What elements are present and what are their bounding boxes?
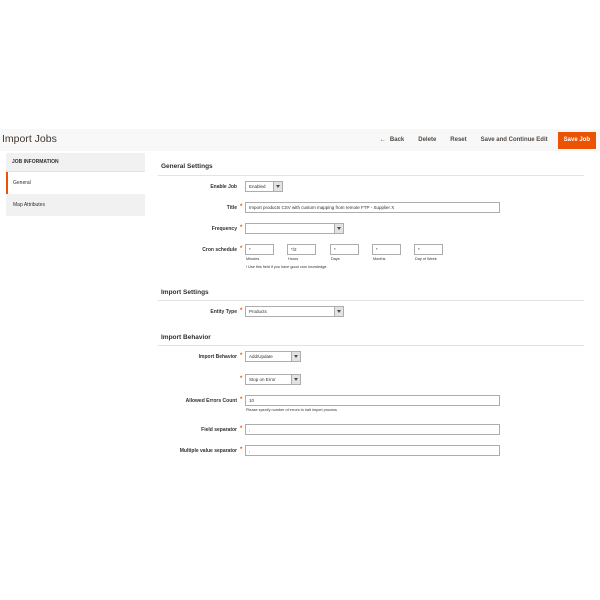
cron-days-input[interactable]: *	[330, 244, 359, 255]
chevron-down-icon	[334, 224, 343, 233]
chevron-down-icon	[291, 352, 300, 361]
sidebar-heading: JOB INFORMATION	[6, 153, 145, 172]
sidebar-item-general[interactable]: General	[6, 172, 145, 194]
frequency-select[interactable]	[245, 223, 344, 234]
required-marker: *	[240, 426, 243, 432]
section-divider	[158, 175, 584, 176]
multiple-value-separator-label: Multiple value separator	[179, 448, 237, 454]
field-separator-label: Field separator	[201, 427, 237, 433]
general-settings-title: General Settings	[161, 163, 213, 170]
import-behavior-select[interactable]: Add/Update	[245, 351, 301, 362]
back-arrow-icon: ←	[379, 137, 386, 143]
required-marker: *	[240, 447, 243, 453]
cron-days-caption: Days	[331, 257, 340, 261]
section-divider	[158, 345, 584, 346]
entity-type-value: Products	[249, 309, 267, 314]
section-divider	[158, 300, 584, 301]
import-behavior-value: Add/Update	[249, 354, 273, 359]
cron-months-caption: Months	[373, 257, 386, 261]
enable-job-label: Enable Job	[210, 184, 237, 190]
save-continue-button[interactable]: Save and Continue Edit	[481, 137, 548, 143]
cron-schedule-label: Cron schedule	[202, 247, 237, 253]
cron-day-of-week-input[interactable]: *	[414, 244, 443, 255]
save-job-button[interactable]: Save Job	[557, 131, 596, 149]
cron-minutes-caption: Minutes	[246, 257, 260, 261]
required-marker: *	[240, 225, 243, 231]
entity-type-label: Entity Type	[210, 309, 237, 315]
import-settings-title: Import Settings	[161, 289, 209, 296]
delete-button[interactable]: Delete	[418, 137, 436, 143]
required-marker: *	[240, 376, 243, 382]
reset-button[interactable]: Reset	[450, 137, 466, 143]
page-actions: ← Back Delete Reset Save and Continue Ed…	[366, 131, 596, 149]
title-input[interactable]: Import products CSV with custom mapping …	[245, 202, 500, 213]
chevron-down-icon	[291, 375, 300, 384]
cron-day-of-week-caption: Day of Week	[415, 257, 437, 261]
sidebar: JOB INFORMATION General Map Attributes	[6, 153, 145, 216]
enable-job-value: Enabled	[249, 184, 266, 189]
back-button[interactable]: ← Back	[380, 137, 404, 143]
allowed-errors-label: Allowed Errors Count	[185, 398, 237, 404]
page-title: Import Jobs	[2, 133, 57, 145]
enable-job-select[interactable]: Enabled	[245, 181, 283, 192]
required-marker: *	[240, 308, 243, 314]
entity-type-select[interactable]: Products	[245, 306, 344, 317]
field-separator-input[interactable]: ,	[245, 424, 500, 435]
title-label: Title	[226, 205, 237, 211]
allowed-errors-input[interactable]: 10	[245, 395, 500, 406]
back-label: Back	[389, 137, 405, 143]
chevron-down-icon	[334, 307, 343, 316]
on-error-select[interactable]: Stop on Error	[245, 374, 301, 385]
required-marker: *	[240, 397, 243, 403]
sidebar-item-map-attributes[interactable]: Map Attributes	[6, 194, 145, 216]
frequency-label: Frequency	[211, 226, 237, 232]
cron-minutes-input[interactable]: *	[245, 244, 274, 255]
cron-hours-caption: Hours	[288, 257, 299, 261]
import-behavior-label: Import Behavior	[198, 354, 237, 360]
multiple-value-separator-input[interactable]: ,	[245, 445, 500, 456]
required-marker: *	[240, 353, 243, 359]
required-marker: *	[240, 204, 243, 210]
cron-help-note: ! Use this field if you have good cron k…	[246, 265, 328, 269]
required-marker: *	[240, 246, 243, 252]
cron-hours-input[interactable]: */2	[287, 244, 316, 255]
cron-months-input[interactable]: *	[372, 244, 401, 255]
allowed-errors-note: Please specify number of errors to halt …	[246, 408, 337, 412]
import-behavior-title: Import Behavior	[161, 334, 211, 341]
chevron-down-icon	[273, 182, 282, 191]
on-error-value: Stop on Error	[249, 377, 276, 382]
